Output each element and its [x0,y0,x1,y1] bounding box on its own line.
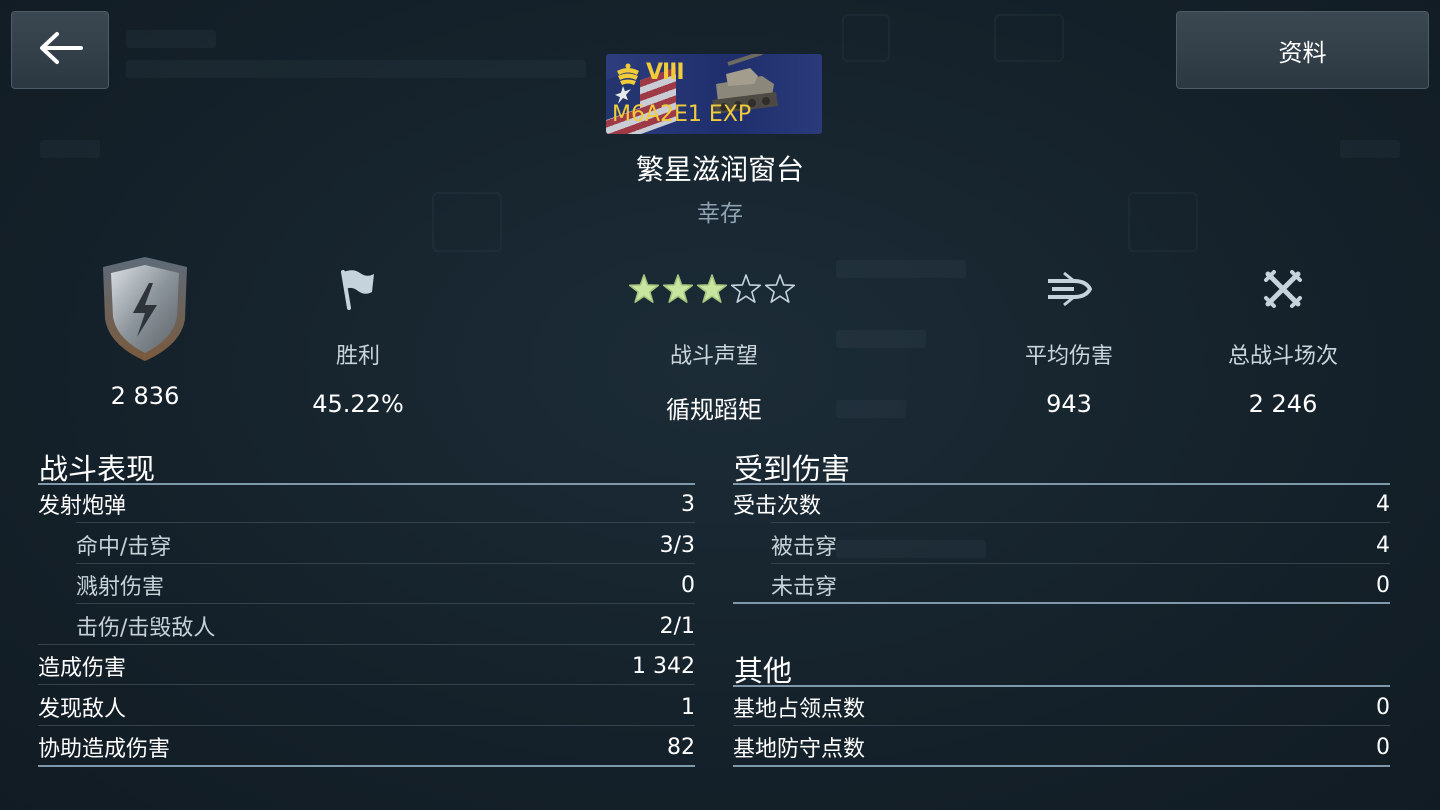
info-button-label: 资料 [1278,38,1327,67]
avg-damage-value: 943 [1046,390,1092,418]
star-filled-icon [662,274,694,303]
star-filled-icon [628,274,660,303]
map-name: 繁星滋润窗台 [635,153,804,186]
row-divider [38,644,695,645]
row-value: 0 [1376,694,1390,720]
back-button[interactable] [11,11,109,89]
row-label: 受击次数 [733,494,822,519]
damage-received-title: 受到伤害 [734,452,851,486]
row-divider [733,725,1390,726]
row-divider [76,522,695,523]
row-value: 4 [1376,532,1390,558]
row-label: 协助造成伤害 [38,737,171,762]
row-divider [38,765,695,767]
row-divider [38,684,695,685]
stat-rating: 2 836 [35,250,255,410]
row-label: 造成伤害 [38,656,127,681]
row-divider [76,603,695,604]
tank-name: M6A2E1 EXP [612,102,752,127]
row-damage-dealt: 造成伤害 1 342 [38,646,695,686]
row-divider [733,765,1390,767]
win-label: 胜利 [335,344,380,369]
row-value: 3 [681,491,695,517]
crossed-swords-icon [1262,250,1304,328]
row-value: 0 [681,572,695,598]
stat-prestige: 战斗声望 循规蹈矩 [604,250,824,425]
battle-result-screen: 资料 VIII M6A2E1 EXP 繁星滋润窗台 幸存 2 836 胜利 45… [0,0,1440,810]
row-value: 2/1 [659,613,695,639]
row-base-capture: 基地占领点数 0 [733,687,1390,727]
row-divider [771,522,1390,523]
row-enemies-spotted: 发现敌人 1 [38,687,695,727]
star-filled-icon [696,274,728,303]
row-divider [76,563,695,564]
row-label: 击伤/击毁敌人 [76,616,216,641]
avg-damage-label: 平均伤害 [1024,344,1113,369]
row-assist-damage: 协助造成伤害 82 [38,727,695,767]
row-penetrated: 被击穿 4 [771,525,1390,565]
row-value: 3/3 [659,532,695,558]
win-value: 45.22% [312,390,404,418]
row-value: 1 [681,694,695,720]
star-empty-icon [764,274,796,303]
other-title: 其他 [734,654,793,688]
total-battles-value: 2 246 [1248,390,1318,418]
row-label: 基地防守点数 [733,737,866,762]
tier-label: VIII [646,60,685,85]
total-battles-label: 总战斗场次 [1227,344,1338,369]
row-value: 4 [1376,491,1390,517]
row-times-hit: 受击次数 4 [733,484,1390,524]
row-splash-damage: 溅射伤害 0 [76,565,695,605]
row-label: 发射炮弹 [38,494,127,519]
stat-avg-damage: 平均伤害 943 [959,250,1179,418]
row-shots-fired: 发射炮弹 3 [38,484,695,524]
rating-shield-icon [95,250,195,368]
battle-result-status: 幸存 [697,201,743,227]
row-not-penetrated: 未击穿 0 [771,565,1390,605]
row-value: 0 [1376,734,1390,760]
star-empty-icon [730,274,762,303]
row-divider [38,725,695,726]
prestige-stars [626,250,802,328]
performance-title: 战斗表现 [39,452,156,486]
row-value: 0 [1376,572,1390,598]
row-label: 被击穿 [771,535,838,560]
prestige-label: 战斗声望 [669,344,758,369]
info-button[interactable]: 资料 [1176,11,1429,89]
row-label: 命中/击穿 [76,535,172,560]
shell-icon [1044,250,1094,328]
row-damaged-destroyed: 击伤/击毁敌人 2/1 [76,606,695,646]
stat-wins: 胜利 45.22% [248,250,468,418]
prestige-value: 循规蹈矩 [666,396,762,424]
arrow-left-icon [37,31,83,69]
row-label: 发现敌人 [38,697,127,722]
row-label: 溅射伤害 [76,575,165,600]
row-hits-penetrations: 命中/击穿 3/3 [76,525,695,565]
row-label: 未击穿 [771,575,838,600]
row-divider [771,563,1390,564]
tank-banner: VIII M6A2E1 EXP [606,54,822,134]
stat-total-battles: 总战斗场次 2 246 [1173,250,1393,418]
row-divider [733,602,1390,604]
row-value: 82 [667,734,695,760]
row-base-defense: 基地防守点数 0 [733,727,1390,767]
row-value: 1 342 [632,653,695,679]
flag-icon [338,250,378,328]
rating-value: 2 836 [110,382,180,410]
row-label: 基地占领点数 [733,697,866,722]
tier-emblem-icon [614,61,642,89]
